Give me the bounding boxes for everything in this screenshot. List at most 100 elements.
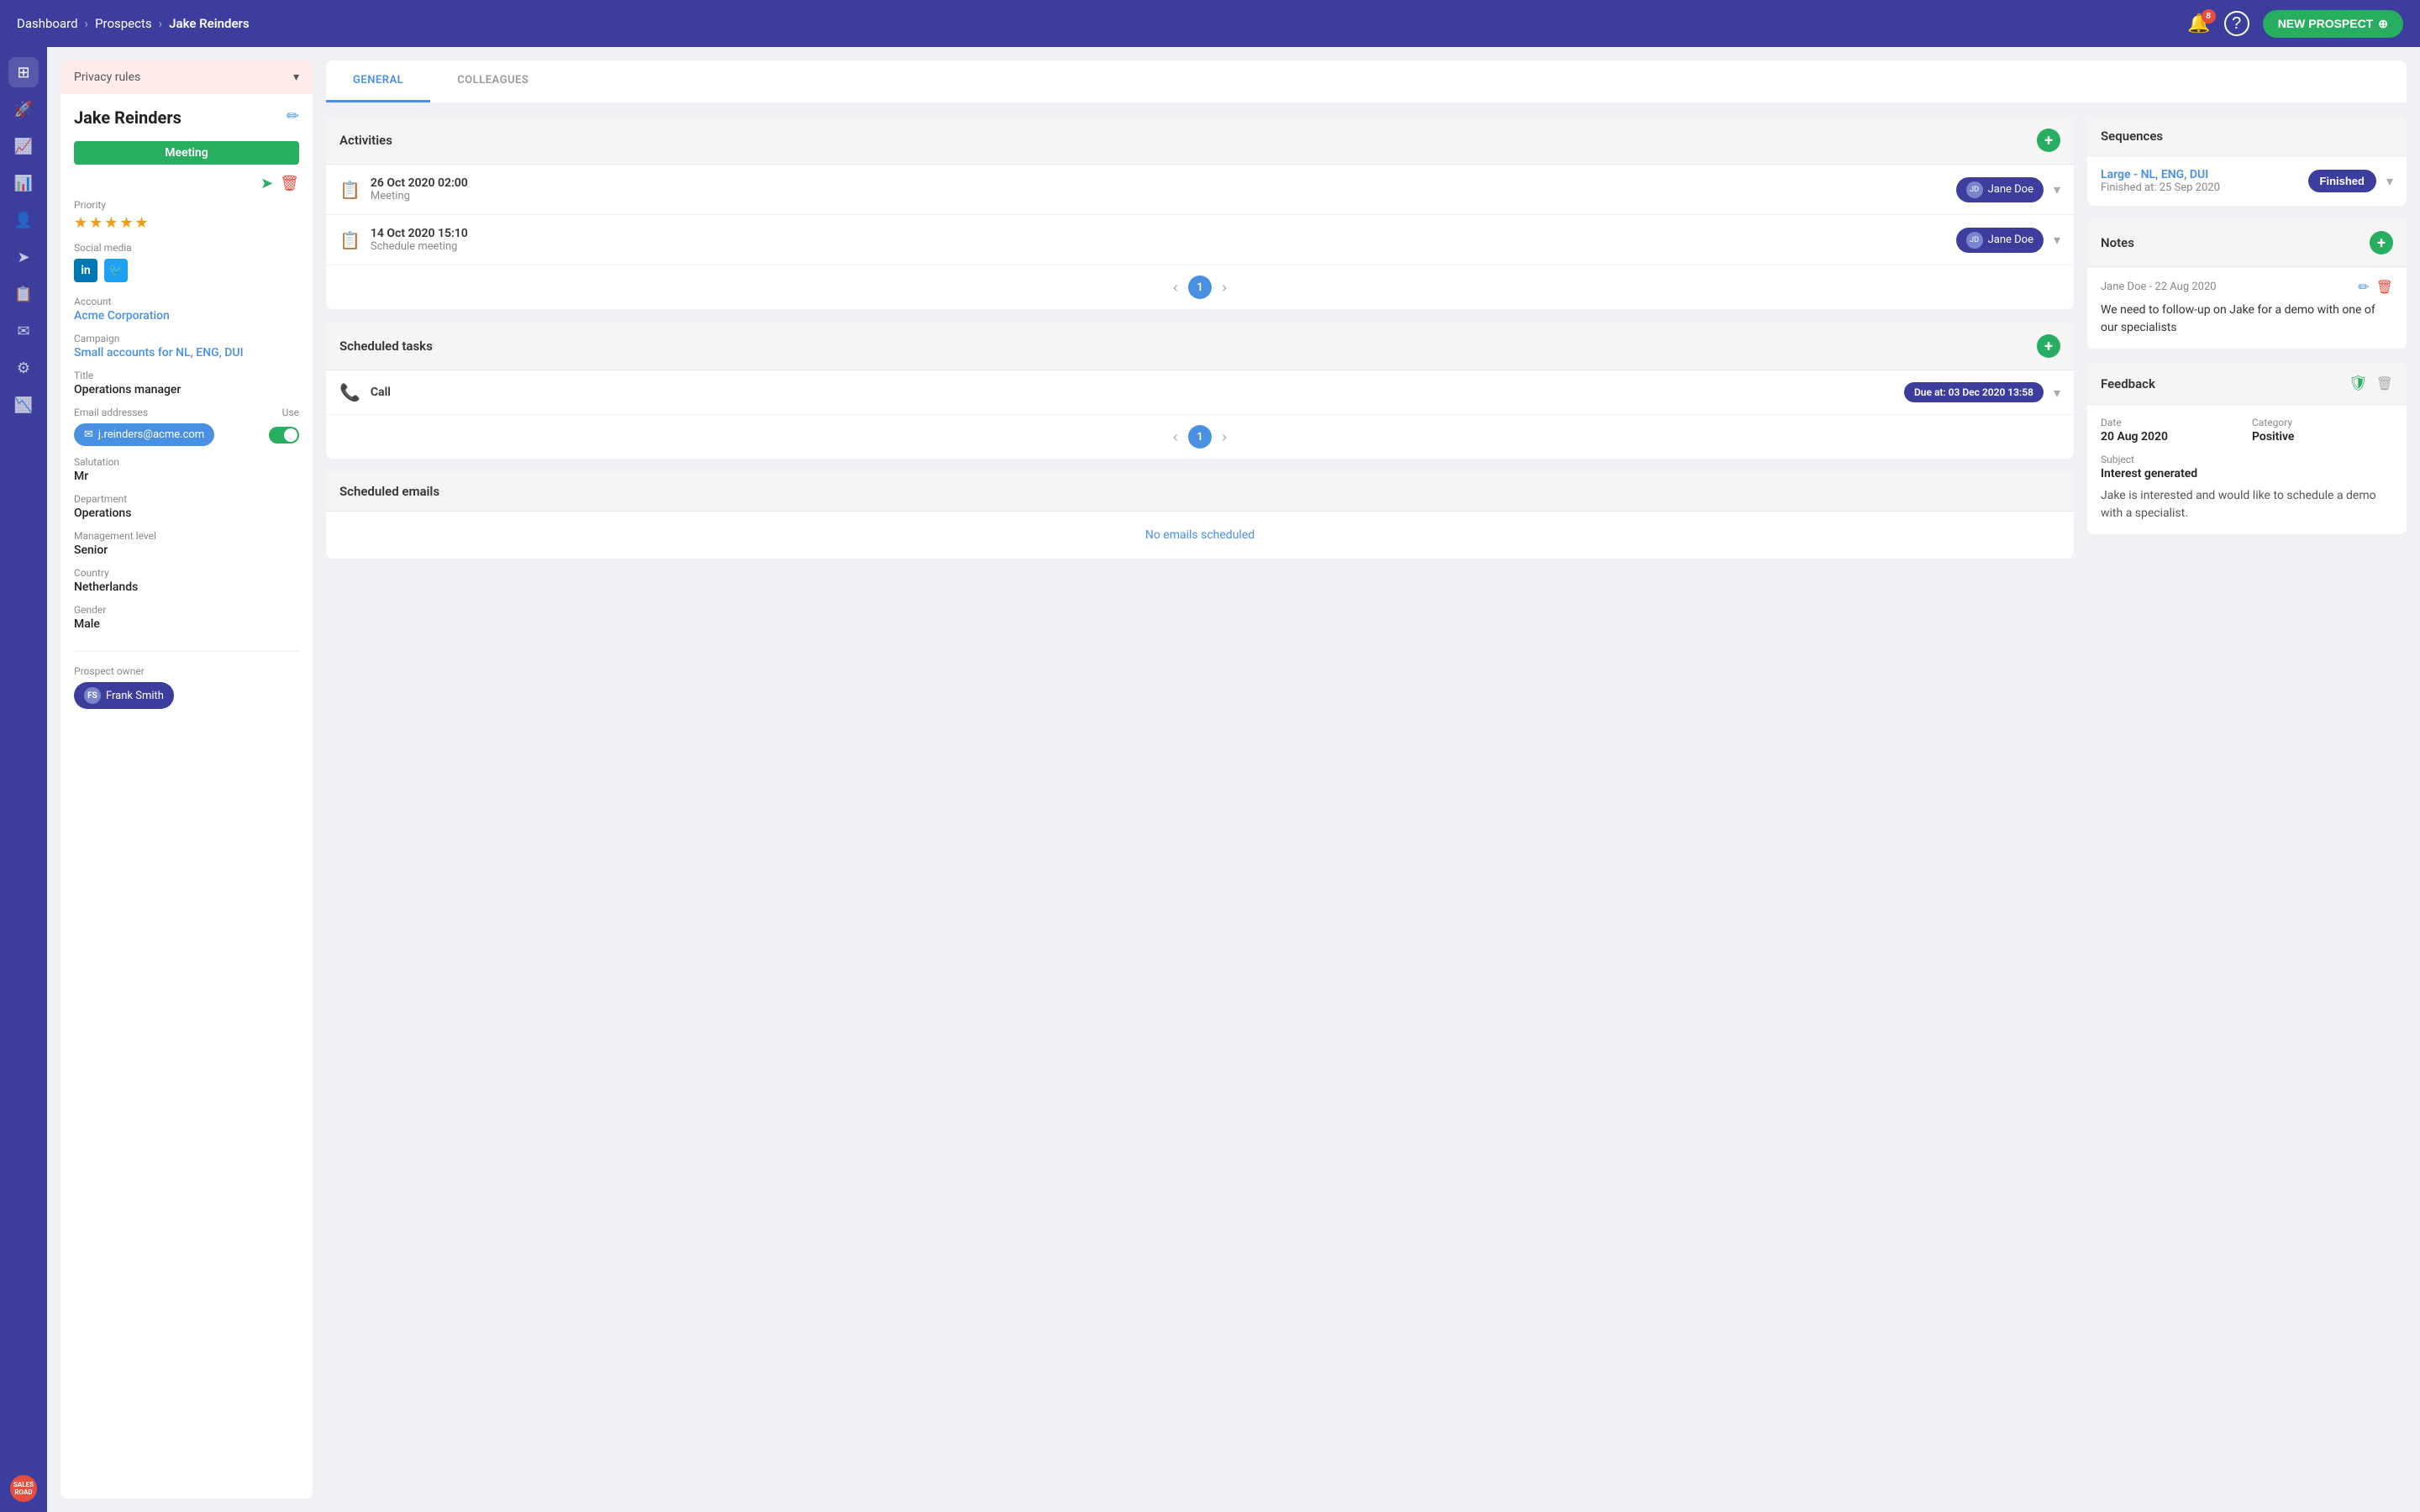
send-action-icon[interactable]: ➤ [260,175,273,192]
activities-pagination: ‹ 1 › [326,265,2074,309]
email-row: Email addresses Use ✉ j.reinders@acme.co… [74,407,299,446]
delete-action-icon[interactable]: 🗑 [280,175,299,192]
sequence-item-1: Large - NL, ENG, DUI Finished at: 25 Sep… [2087,156,2407,206]
twitter-icon[interactable]: 🐦 [104,259,128,282]
campaign-value[interactable]: Small accounts for NL, ENG, DUI [74,346,299,360]
sidebar-item-users[interactable]: 👤 [8,205,39,235]
action-icons: ➤ 🗑 [60,171,313,196]
feedback-card: Feedback 🛡 🗑 Date 20 Aug 2020 [2087,363,2407,534]
sequences-header: Sequences [2087,117,2407,156]
activity-date-2: 14 Oct 2020 15:10 [371,227,1946,240]
sidebar-item-tasks[interactable]: 📋 [8,279,39,309]
scheduled-emails-card: Scheduled emails No emails scheduled [326,472,2074,559]
task-label-1: Call [371,386,1894,399]
gender-value: Male [74,617,299,631]
activity-item-2: 📋 14 Oct 2020 15:10 Schedule meeting JD … [326,215,2074,265]
assignee-avatar-1: JD [1966,181,1983,198]
activities-next-button[interactable]: › [1222,279,1227,297]
email-use-label: Use [282,407,299,418]
salesroad-badge[interactable]: SALESROAD [10,1475,37,1502]
activity-assignee-2[interactable]: JD Jane Doe [1956,228,2044,253]
account-label: Account [74,296,299,307]
breadcrumb-sep1: › [85,16,89,31]
icon-sidebar: ⊞ 🚀 📈 📊 👤 ➤ 📋 ✉ ⚙ 📉 SALESROAD [0,47,47,1512]
email-toggle[interactable] [269,427,299,444]
email-badge[interactable]: ✉ j.reinders@acme.com [74,423,214,446]
account-value[interactable]: Acme Corporation [74,309,299,323]
activities-title: Activities [339,133,392,148]
salutation-value: Mr [74,470,299,483]
social-icons: in 🐦 [74,259,299,282]
campaign-row: Campaign Small accounts for NL, ENG, DUI [74,333,299,360]
owner-avatar: FS [84,687,101,704]
sidebar-item-reports[interactable]: 📉 [8,390,39,420]
topnav-right: 🔔 8 ? NEW PROSPECT ⊕ [2187,10,2403,38]
edit-pencil-icon[interactable]: ✏ [287,108,299,125]
task-chevron-1[interactable]: ▾ [2054,385,2060,401]
prospect-owner-badge[interactable]: FS Frank Smith [74,682,174,709]
sidebar-item-trending[interactable]: 📈 [8,131,39,161]
sidebar-item-grid[interactable]: ⊞ [8,57,39,87]
activities-prev-button[interactable]: ‹ [1173,279,1178,297]
sequence-finished-button[interactable]: Finished [2308,170,2376,192]
note-delete-icon-1[interactable]: 🗑 [2376,279,2393,295]
prospect-header: Jake Reinders ✏ [60,94,313,141]
title-row: Title Operations manager [74,370,299,396]
country-label: Country [74,567,299,579]
sequences-card: Sequences Large - NL, ENG, DUI Finished … [2087,117,2407,206]
add-note-button[interactable]: + [2370,231,2393,255]
sequence-chevron-1[interactable]: ▾ [2386,173,2393,189]
tab-colleagues[interactable]: COLLEAGUES [430,60,555,102]
breadcrumb-sep2: › [159,16,163,31]
privacy-rules-bar[interactable]: Privacy rules ▾ [60,60,313,94]
note-edit-icon-1[interactable]: ✏ [2358,279,2369,295]
top-navigation: Dashboard › Prospects › Jake Reinders 🔔 … [0,0,2420,47]
new-prospect-button[interactable]: NEW PROSPECT ⊕ [2263,10,2403,38]
owner-name: Frank Smith [106,690,164,702]
sidebar-item-email[interactable]: ✉ [8,316,39,346]
breadcrumb-prospects[interactable]: Prospects [95,16,152,31]
tasks-pagination: ‹ 1 › [326,415,2074,459]
social-media-label: Social media [74,242,299,254]
tab-general[interactable]: GENERAL [326,60,430,102]
activities-page-num: 1 [1188,276,1212,299]
sidebar-item-send[interactable]: ➤ [8,242,39,272]
tasks-prev-button[interactable]: ‹ [1173,428,1178,446]
activity-chevron-1[interactable]: ▾ [2054,181,2060,197]
activity-date-1: 26 Oct 2020 02:00 [371,176,1946,190]
sequences-title: Sequences [2101,129,2163,144]
activity-chevron-2[interactable]: ▾ [2054,232,2060,248]
sidebar-item-chart[interactable]: 📊 [8,168,39,198]
feedback-trash-icon[interactable]: 🗑 [2376,375,2393,391]
sidebar-item-settings[interactable]: ⚙ [8,353,39,383]
sidebar-item-rocket[interactable]: 🚀 [8,94,39,124]
priority-stars: ★★★★★ [74,214,299,232]
feedback-content: Date 20 Aug 2020 Category Positive Subje… [2087,405,2407,534]
priority-label: Priority [74,199,299,211]
call-icon: 📞 [339,382,360,402]
tabs-bar: GENERAL COLLEAGUES [326,60,2407,103]
feedback-shield-icon[interactable]: 🛡 [2349,375,2368,392]
privacy-rules-label: Privacy rules [74,71,140,84]
scheduled-tasks-card: Scheduled tasks + 📞 Call Due at: 03 Dec … [326,323,2074,459]
add-task-button[interactable]: + [2037,334,2060,358]
add-activity-button[interactable]: + [2037,129,2060,152]
due-chip-1: Due at: 03 Dec 2020 13:58 [1904,382,2044,402]
help-button[interactable]: ? [2224,11,2249,36]
divider [74,651,299,652]
activity-assignee-1[interactable]: JD Jane Doe [1956,177,2044,202]
notifications-button[interactable]: 🔔 8 [2187,13,2210,34]
country-value: Netherlands [74,580,299,594]
linkedin-icon[interactable]: in [74,259,97,282]
note-author-1: Jane Doe - 22 Aug 2020 [2101,281,2217,293]
feedback-category-label: Category [2252,417,2393,428]
sequence-name-1[interactable]: Large - NL, ENG, DUI [2101,168,2298,181]
no-emails-label: No emails scheduled [326,512,2074,559]
title-value: Operations manager [74,383,299,396]
breadcrumb-dashboard[interactable]: Dashboard [17,16,78,31]
social-media-row: Social media in 🐦 [60,239,313,292]
tasks-next-button[interactable]: › [1222,428,1227,446]
notes-card: Notes + Jane Doe - 22 Aug 2020 ✏ 🗑 [2087,219,2407,349]
breadcrumb-current: Jake Reinders [169,16,250,31]
feedback-date-value: 20 Aug 2020 [2101,430,2242,444]
